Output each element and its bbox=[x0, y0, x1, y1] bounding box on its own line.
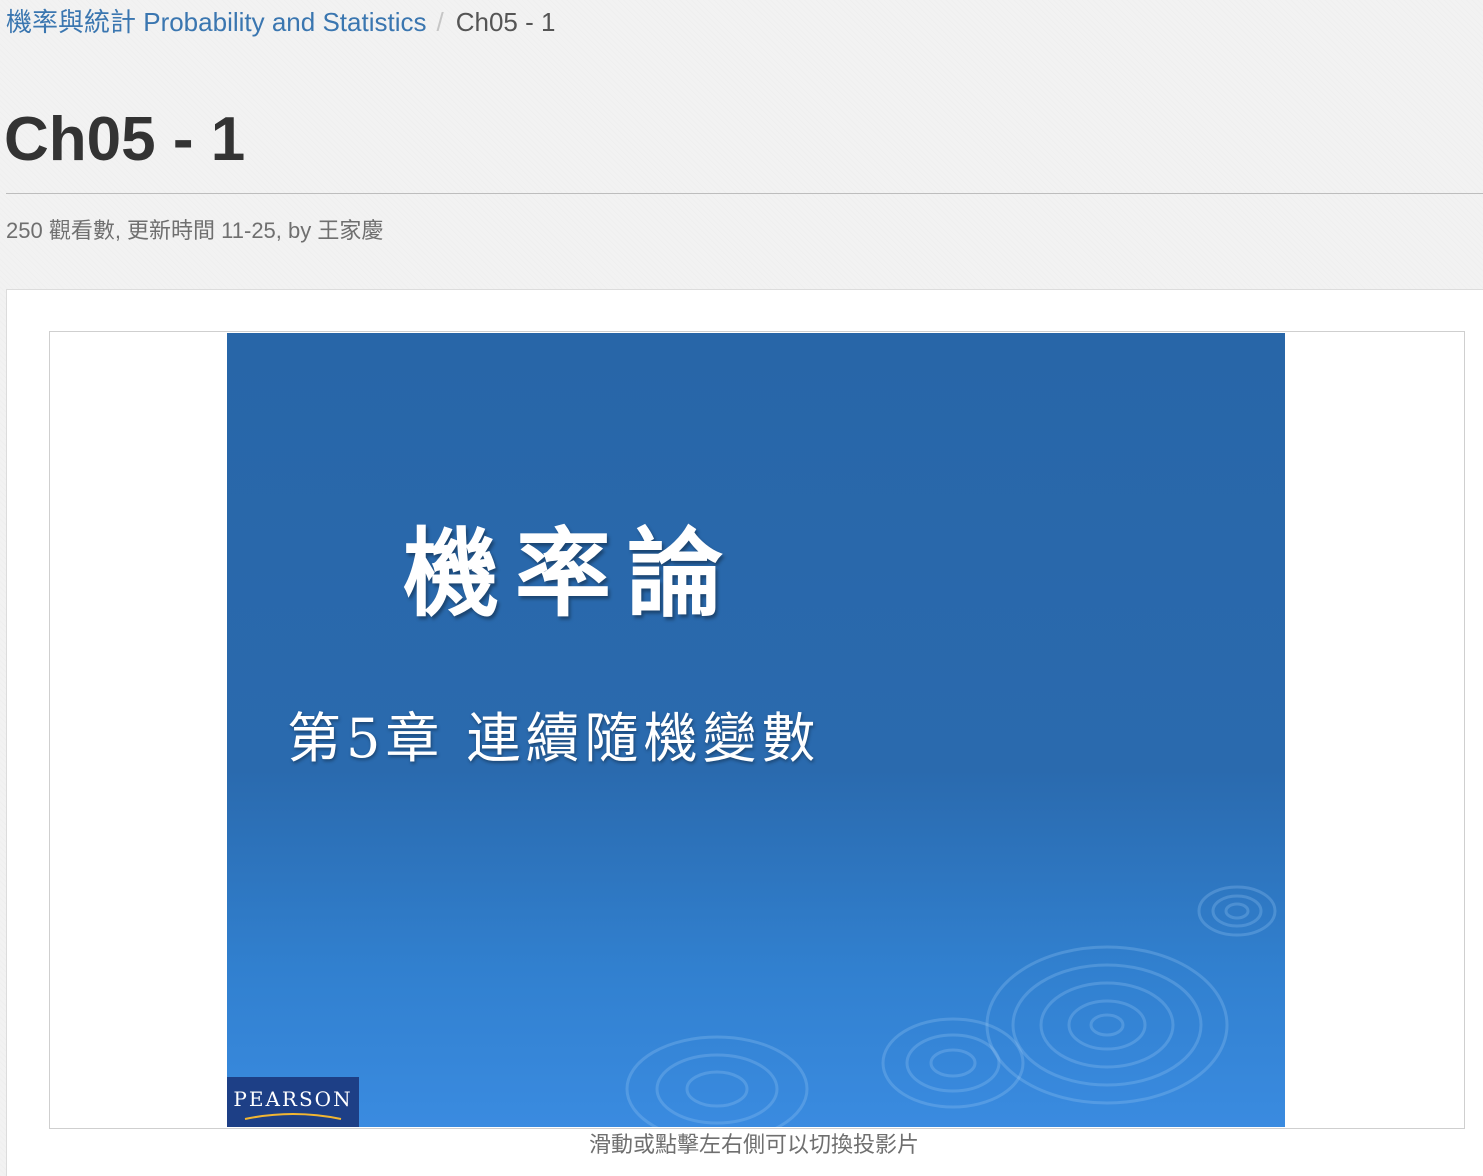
slide-image[interactable]: 機率論 第5章 連續隨機變數 PEARSON bbox=[227, 333, 1285, 1127]
slide-subtitle: 第5章 連續隨機變數 bbox=[287, 707, 821, 770]
slide-frame: 機率論 第5章 連續隨機變數 PEARSON bbox=[49, 331, 1465, 1129]
video-meta: 250 觀看數, 更新時間 11-25, by 王家慶 bbox=[6, 218, 384, 243]
slide-title: 機率論 bbox=[403, 517, 739, 630]
pearson-logo: PEARSON bbox=[227, 1077, 359, 1127]
page-title: Ch05 - 1 bbox=[4, 105, 246, 174]
logo-swoosh-icon bbox=[244, 1113, 342, 1120]
slide-navigation-hint: 滑動或點擊左右側可以切換投影片 bbox=[588, 1132, 919, 1157]
breadcrumb-course-link[interactable]: 機率與統計 Probability and Statistics bbox=[6, 7, 426, 37]
breadcrumb-separator: / bbox=[436, 7, 444, 37]
breadcrumb: 機率與統計 Probability and Statistics / Ch05 - … bbox=[6, 6, 555, 38]
title-divider bbox=[6, 193, 1483, 194]
breadcrumb-current: Ch05 - 1 bbox=[455, 7, 556, 37]
slide-viewer-panel: 機率論 第5章 連續隨機變數 PEARSON bbox=[6, 289, 1483, 1176]
pearson-logo-text: PEARSON bbox=[233, 1087, 353, 1111]
